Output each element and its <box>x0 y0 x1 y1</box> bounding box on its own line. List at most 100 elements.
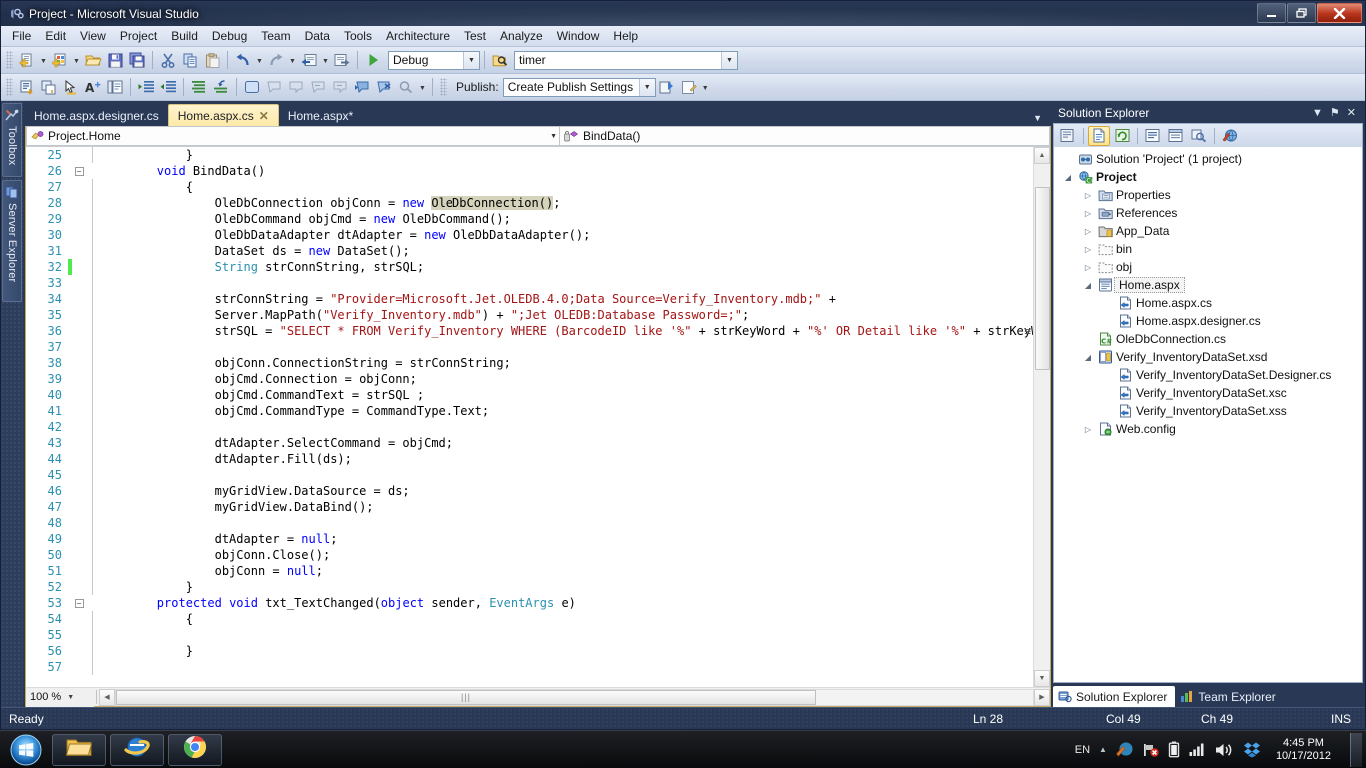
menu-item-file[interactable]: File <box>5 27 38 46</box>
surround-with-icon[interactable] <box>38 76 60 98</box>
navigate-backward-dropdown-icon[interactable]: ▼ <box>320 49 331 71</box>
code-line[interactable]: 56 } <box>26 643 1033 659</box>
horizontal-scroll-thumb[interactable]: ||| <box>116 690 816 705</box>
clear-all-bookmarks-icon[interactable] <box>395 76 417 98</box>
panel-dropdown-icon[interactable]: ▼ <box>1312 108 1323 119</box>
new-project-icon[interactable] <box>16 49 38 71</box>
chevron-right-icon[interactable]: ▷ <box>1080 227 1096 236</box>
code-text[interactable]: myGridView.DataSource = ds; <box>93 483 410 499</box>
code-text[interactable]: dtAdapter = null; <box>93 531 337 547</box>
idm-icon[interactable] <box>1116 741 1134 758</box>
code-text[interactable]: objCmd.Connection = objConn; <box>93 371 417 387</box>
chevron-down-icon[interactable]: ◢ <box>1060 173 1076 182</box>
menu-item-tools[interactable]: Tools <box>337 27 379 46</box>
menu-item-window[interactable]: Window <box>550 27 607 46</box>
copy-icon[interactable] <box>179 49 201 71</box>
code-text[interactable]: dtAdapter.Fill(ds); <box>93 451 352 467</box>
code-line[interactable]: 41 objCmd.CommandType = CommandType.Text… <box>26 403 1033 419</box>
paste-icon[interactable] <box>201 49 223 71</box>
cursor-pointer-icon[interactable] <box>60 76 82 98</box>
taskbar-clock[interactable]: 4:45 PM 10/17/2012 <box>1270 737 1337 763</box>
scroll-right-button[interactable]: ▶ <box>1034 689 1050 706</box>
code-line[interactable]: 26− void BindData() <box>26 163 1033 179</box>
preview-selected-items-icon[interactable] <box>1188 126 1210 146</box>
code-line[interactable]: 54 { <box>26 611 1033 627</box>
show-all-files-icon[interactable] <box>1088 126 1110 146</box>
tab-solution-explorer[interactable]: Solution Explorer <box>1053 686 1175 707</box>
vertical-scroll-thumb[interactable] <box>1035 187 1050 370</box>
previous-bookmark-icon[interactable] <box>263 76 285 98</box>
code-line[interactable]: 25 } <box>26 147 1033 163</box>
code-text[interactable]: objConn.ConnectionString = strConnString… <box>93 355 511 371</box>
sidebar-item-toolbox[interactable]: Toolbox <box>2 103 22 177</box>
find-dropdown-icon[interactable]: ▼ <box>721 52 737 69</box>
chevron-right-icon[interactable]: ▷ <box>1080 245 1096 254</box>
menu-item-debug[interactable]: Debug <box>205 27 254 46</box>
tab-home-aspx-designer-cs[interactable]: Home.aspx.designer.cs <box>25 105 168 126</box>
nuget-icon[interactable] <box>1219 126 1241 146</box>
chevron-right-icon[interactable]: ▷ <box>1080 191 1096 200</box>
solution-config-dropdown-icon[interactable]: ▼ <box>463 52 479 69</box>
windows-start-orb[interactable] <box>4 733 48 767</box>
add-new-item-dropdown-icon[interactable]: ▼ <box>71 49 82 71</box>
chevron-right-icon[interactable]: ▷ <box>1080 425 1096 434</box>
scroll-left-button[interactable]: ◀ <box>99 689 115 706</box>
code-scroll-viewport[interactable]: 25 }26− void BindData()27 {28 OleDbConne… <box>26 147 1033 687</box>
solution-explorer-tree[interactable]: Solution 'Project' (1 project)◢C#Project… <box>1053 147 1363 683</box>
view-code-icon[interactable] <box>1142 126 1164 146</box>
code-text[interactable]: { <box>93 611 193 627</box>
new-project-dropdown-icon[interactable]: ▼ <box>38 49 49 71</box>
menu-item-build[interactable]: Build <box>164 27 205 46</box>
publish-settings-combo[interactable]: Create Publish Settings ▼ <box>503 78 656 97</box>
taskbar-item-file-explorer[interactable] <box>52 734 106 766</box>
refresh-icon[interactable] <box>1111 126 1133 146</box>
code-text[interactable]: String strConnString, strSQL; <box>93 259 424 275</box>
tree-item[interactable]: ▷Properties <box>1054 186 1362 204</box>
insert-snippet-icon[interactable] <box>16 76 38 98</box>
navigate-forward-icon[interactable] <box>331 49 353 71</box>
code-editor-area[interactable]: 25 }26− void BindData()27 {28 OleDbConne… <box>26 147 1050 687</box>
pin-icon[interactable]: ⚑ <box>1330 108 1340 119</box>
restore-button[interactable] <box>1287 3 1316 23</box>
tree-item[interactable]: ▷References <box>1054 204 1362 222</box>
code-line[interactable]: 33 <box>26 275 1033 291</box>
start-debug-icon[interactable] <box>362 49 384 71</box>
code-line[interactable]: 27 { <box>26 179 1033 195</box>
scroll-down-button[interactable]: ▼ <box>1034 670 1050 687</box>
chevron-down-icon[interactable]: ◢ <box>1080 281 1096 290</box>
scroll-up-button[interactable]: ▲ <box>1034 147 1050 164</box>
menu-item-analyze[interactable]: Analyze <box>493 27 550 46</box>
toggle-all-outlining-icon[interactable] <box>241 76 263 98</box>
code-line[interactable]: 42 <box>26 419 1033 435</box>
uncomment-selection-icon[interactable] <box>104 76 126 98</box>
code-text[interactable]: Server.MapPath("Verify_Inventory.mdb") +… <box>93 307 749 323</box>
tab-team-explorer[interactable]: Team Explorer <box>1175 686 1283 707</box>
menu-item-team[interactable]: Team <box>254 27 297 46</box>
menu-item-view[interactable]: View <box>73 27 113 46</box>
toggle-bookmark-icon[interactable] <box>351 76 373 98</box>
code-text[interactable]: objCmd.CommandType = CommandType.Text; <box>93 403 489 419</box>
tree-item[interactable]: Home.aspx.designer.cs <box>1054 312 1362 330</box>
publish-toolbar-overflow-icon[interactable]: ▼ <box>700 76 711 98</box>
tree-item[interactable]: ▷bin <box>1054 240 1362 258</box>
menu-item-data[interactable]: Data <box>298 27 337 46</box>
dropbox-icon[interactable] <box>1243 741 1261 758</box>
menu-item-project[interactable]: Project <box>113 27 164 46</box>
taskbar-item-internet-explorer[interactable] <box>110 734 164 766</box>
close-icon[interactable]: ✕ <box>259 109 269 123</box>
zoom-dropdown-icon[interactable]: ▼ <box>67 694 74 701</box>
tree-item[interactable]: Verify_InventoryDataSet.Designer.cs <box>1054 366 1362 384</box>
toolbar2-grip[interactable] <box>6 78 13 96</box>
code-line[interactable]: 57 <box>26 659 1033 675</box>
find-in-files-icon[interactable] <box>489 49 511 71</box>
find-input-value[interactable]: timer <box>519 53 546 67</box>
tray-language-indicator[interactable]: EN <box>1075 744 1090 756</box>
code-line[interactable]: 51 objConn = null; <box>26 563 1033 579</box>
code-text[interactable]: myGridView.DataBind(); <box>93 499 374 515</box>
chevron-right-icon[interactable]: ▷ <box>1080 263 1096 272</box>
code-text[interactable]: objCmd.CommandText = strSQL ; <box>93 387 424 403</box>
publish-settings-dropdown-icon[interactable]: ▼ <box>639 79 655 96</box>
code-line[interactable]: 34 strConnString = "Provider=Microsoft.J… <box>26 291 1033 307</box>
publish-settings-editor-icon[interactable] <box>678 76 700 98</box>
code-line[interactable]: 37 <box>26 339 1033 355</box>
